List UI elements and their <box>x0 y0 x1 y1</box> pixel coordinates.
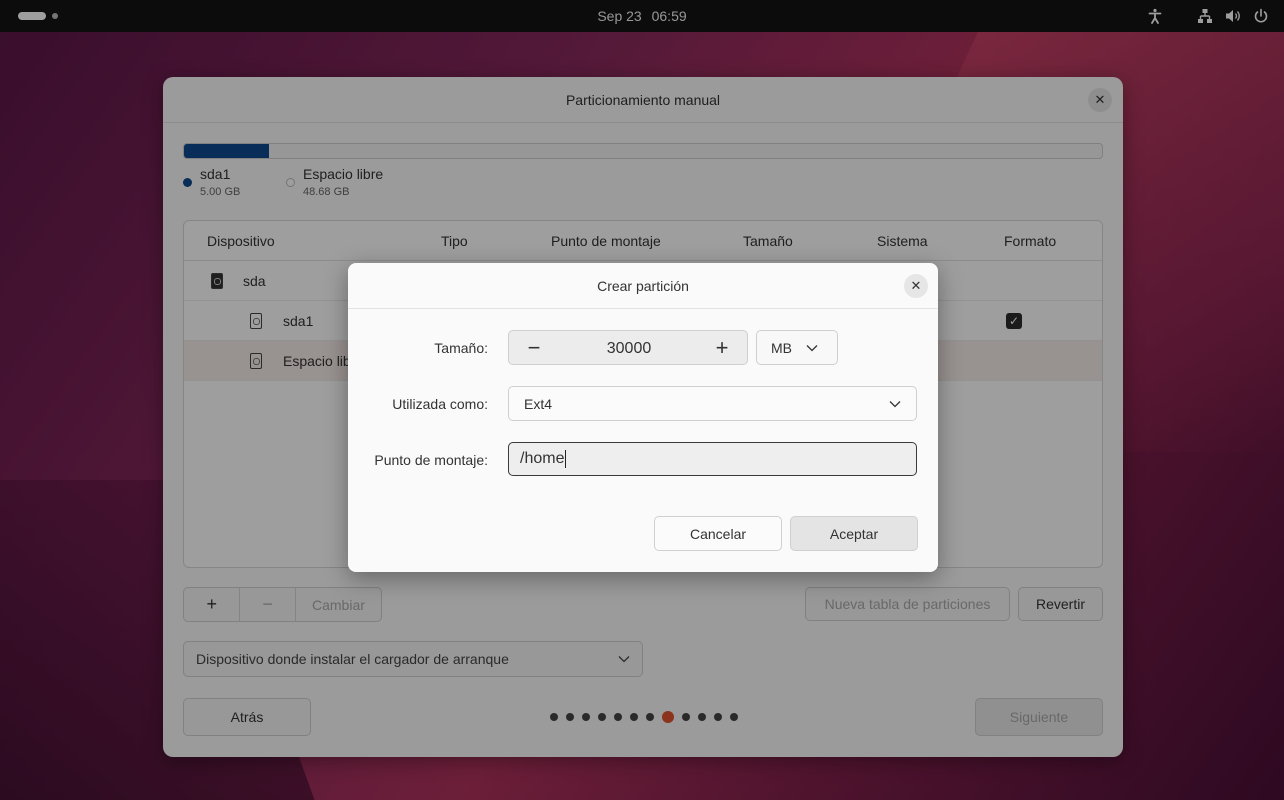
dialog-title: Crear partición <box>597 278 689 294</box>
text-cursor <box>565 450 567 468</box>
chevron-down-icon <box>889 400 901 407</box>
filesystem-value: Ext4 <box>524 395 553 412</box>
mount-point-value: /home <box>520 450 565 467</box>
close-icon: ✕ <box>910 278 922 293</box>
chevron-down-icon <box>806 344 818 351</box>
unit-value: MB <box>771 339 792 356</box>
accept-button[interactable]: Aceptar <box>790 516 918 551</box>
mount-point-input[interactable]: /home <box>508 442 917 476</box>
cancel-button[interactable]: Cancelar <box>654 516 782 551</box>
filesystem-select[interactable]: Ext4 <box>508 386 917 421</box>
mount-point-label: Punto de montaje: <box>374 452 488 468</box>
create-partition-dialog: Crear partición ✕ Tamaño: − 30000 + MB U… <box>348 263 938 572</box>
size-label: Tamaño: <box>434 340 488 356</box>
dialog-close-button[interactable]: ✕ <box>904 274 928 298</box>
size-unit-select[interactable]: MB <box>756 330 838 365</box>
size-spinbutton[interactable]: − 30000 + <box>508 330 748 365</box>
dialog-header: Crear partición ✕ <box>348 263 938 309</box>
increment-button[interactable]: + <box>709 335 735 361</box>
used-as-label: Utilizada como: <box>392 396 488 412</box>
